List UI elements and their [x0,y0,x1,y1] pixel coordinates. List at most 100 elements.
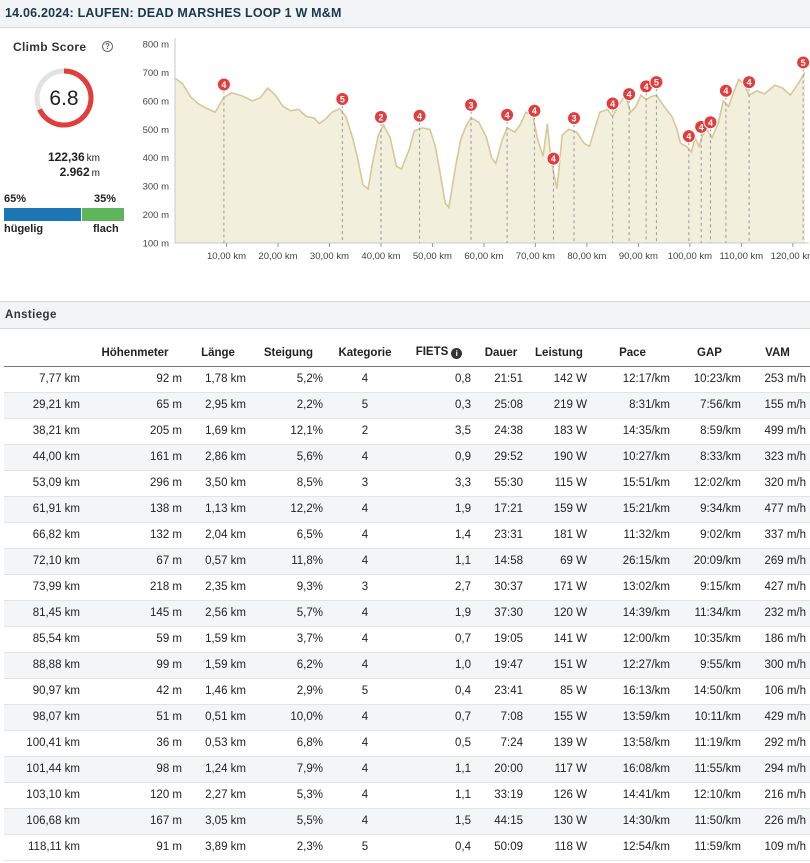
table-row[interactable]: 118,11 km 91 m 3,89 km 2,3% 5 0,4 50:09 118 W 12… [4,834,810,861]
cell-pace: 15:21/km [591,496,674,523]
elevation-profile-chart[interactable]: 100 m 200 m 300 m 400 m 500 m 600 m 700 m 800 m… [130,29,810,269]
table-row[interactable]: 7,77 km 92 m 1,78 km 5,2% 4 0,8 21:51 142 W 12:1… [4,366,810,393]
x-tick-label: 20,00 km [258,251,297,262]
table-row[interactable]: 101,44 km 98 m 1,24 km 7,9% 4 1,1 20:00 117 W 16… [4,756,810,783]
col-gradient[interactable]: Steigung [250,340,327,367]
cell-start-km: 66,82 km [4,522,84,549]
col-duration[interactable]: Dauer [475,340,527,367]
x-tick-label: 30,00 km [310,251,349,262]
cell-gap: 10:23/km [674,366,745,393]
climbs-table-body: 7,77 km 92 m 1,78 km 5,2% 4 0,8 21:51 142 W 12:1… [4,366,810,861]
x-tick-label: 100,00 km [668,251,712,262]
cell-vam: 155 m/h [745,392,810,419]
cell-length: 0,57 km [186,548,250,575]
table-row[interactable]: 106,68 km 167 m 3,05 km 5,5% 4 1,5 44:15 130 W1… [4,808,810,835]
cell-start-km: 29,21 km [4,392,84,419]
x-tick-label: 70,00 km [516,251,555,262]
cell-start-km: 72,10 km [4,548,84,575]
cell-power: 130 W [527,808,591,835]
col-power[interactable]: Leistung [527,340,591,367]
cell-gradient: 8,5% [250,470,327,497]
table-row[interactable]: 44,00 km 161 m 2,86 km 5,6% 4 0,9 29:52 190 W 10… [4,444,810,471]
cell-fiets: 1,1 [403,548,475,575]
cell-category: 4 [327,808,403,835]
cell-elevation-gain: 167 m [84,808,186,835]
table-row[interactable]: 98,07 km 51 m 0,51 km 10,0% 4 0,7 7:08 155 W 13:… [4,704,810,731]
cell-category: 4 [327,522,403,549]
col-fiets[interactable]: FIETS i [403,340,475,367]
cell-length: 2,27 km [186,782,250,809]
y-tick-label: 100 m [143,239,169,250]
cell-category: 5 [327,834,403,861]
climb-marker-category: 3 [572,114,577,124]
cell-pace: 12:17/km [591,366,674,393]
cell-vam: 186 m/h [745,626,810,653]
cell-power: 151 W [527,652,591,679]
col-vam[interactable]: VAM [745,340,810,367]
table-row[interactable]: 81,45 km 145 m 2,56 km 5,7% 4 1,9 37:30 120 W 14… [4,600,810,627]
question-circle-icon[interactable]: ? [102,41,113,52]
cell-fiets: 1,1 [403,782,475,809]
cell-duration: 55:30 [475,470,527,497]
cell-pace: 14:30/km [591,808,674,835]
cell-power: 85 W [527,678,591,705]
cell-start-km: 7,77 km [4,366,84,393]
table-row[interactable]: 85,54 km 59 m 1,59 km 3,7% 4 0,7 19:05 141 W 12:… [4,626,810,653]
cell-pace: 14:39/km [591,600,674,627]
cell-vam: 323 m/h [745,444,810,471]
cell-elevation-gain: 59 m [84,626,186,653]
col-category[interactable]: Kategorie [327,340,403,367]
col-gap[interactable]: GAP [674,340,745,367]
cell-fiets: 1,9 [403,496,475,523]
table-row[interactable]: 53,09 km 296 m 3,50 km 8,5% 3 3,3 55:30 115 W 15… [4,470,810,497]
cell-duration: 25:08 [475,392,527,419]
table-row[interactable]: 38,21 km 205 m 1,69 km 12,1% 2 3,5 24:38 183 W1… [4,418,810,445]
table-row[interactable]: 61,91 km 138 m 1,13 km 12,2% 4 1,9 17:21 159 W1… [4,496,810,523]
cell-vam: 337 m/h [745,522,810,549]
cell-fiets: 0,4 [403,834,475,861]
activity-title: 14.06.2024: LAUFEN: DEAD MARSHES LOOP 1 … [5,6,342,20]
cell-start-km: 90,97 km [4,678,84,705]
table-row[interactable]: 66,82 km 132 m 2,04 km 6,5% 4 1,4 23:31 181 W 11… [4,522,810,549]
cell-vam: 106 m/h [745,678,810,705]
cell-length: 2,35 km [186,574,250,601]
total-elevation: 2.962 m [0,165,100,179]
cell-gradient: 9,3% [250,574,327,601]
cell-fiets: 3,3 [403,470,475,497]
cell-gap: 12:10/km [674,782,745,809]
table-row[interactable]: 72,10 km 67 m 0,57 km 11,8% 4 1,1 14:58 69 W 26:… [4,548,810,575]
cell-duration: 33:19 [475,782,527,809]
cell-vam: 477 m/h [745,496,810,523]
cell-length: 3,50 km [186,470,250,497]
cell-start-km: 44,00 km [4,444,84,471]
hilly-bar [4,208,81,221]
cell-gap: 9:55/km [674,652,745,679]
climb-marker-category: 4 [505,110,510,120]
col-elevation[interactable]: Höhenmeter [84,340,186,367]
cell-gradient: 6,8% [250,730,327,757]
distance-value: 122,36 [47,150,85,164]
col-length[interactable]: Länge [186,340,250,367]
cell-gradient: 5,3% [250,782,327,809]
table-row[interactable]: 29,21 km 65 m 2,95 km 2,2% 5 0,3 25:08 219 W 8:3… [4,392,810,419]
cell-fiets: 0,4 [403,678,475,705]
info-circle-icon[interactable]: i [451,348,463,360]
cell-gradient: 2,2% [250,392,327,419]
table-row[interactable]: 100,41 km 36 m 0,53 km 6,8% 4 0,5 7:24 139 W 13:… [4,730,810,757]
table-row[interactable]: 90,97 km 42 m 1,46 km 2,9% 5 0,4 23:41 85 W 16:1… [4,678,810,705]
table-row[interactable]: 103,10 km 120 m 2,27 km 5,3% 4 1,1 33:19 126 W1… [4,782,810,809]
climb-marker-category: 5 [801,58,806,68]
cell-vam: 253 m/h [745,366,810,393]
table-row[interactable]: 73,99 km 218 m 2,35 km 9,3% 3 2,7 30:37 171 W 13… [4,574,810,601]
cell-elevation-gain: 92 m [84,366,186,393]
cell-category: 4 [327,652,403,679]
x-tick-label: 120,00 km [771,251,810,262]
cell-vam: 300 m/h [745,652,810,679]
col-pace[interactable]: Pace [591,340,674,367]
cell-fiets: 2,7 [403,574,475,601]
climbs-section-header: Anstiege [0,301,810,329]
cell-length: 3,89 km [186,834,250,861]
table-row[interactable]: 88,88 km 99 m 1,59 km 6,2% 4 1,0 19:47 151 W 12:… [4,652,810,679]
y-tick-label: 500 m [143,125,169,136]
cell-start-km: 106,68 km [4,808,84,835]
